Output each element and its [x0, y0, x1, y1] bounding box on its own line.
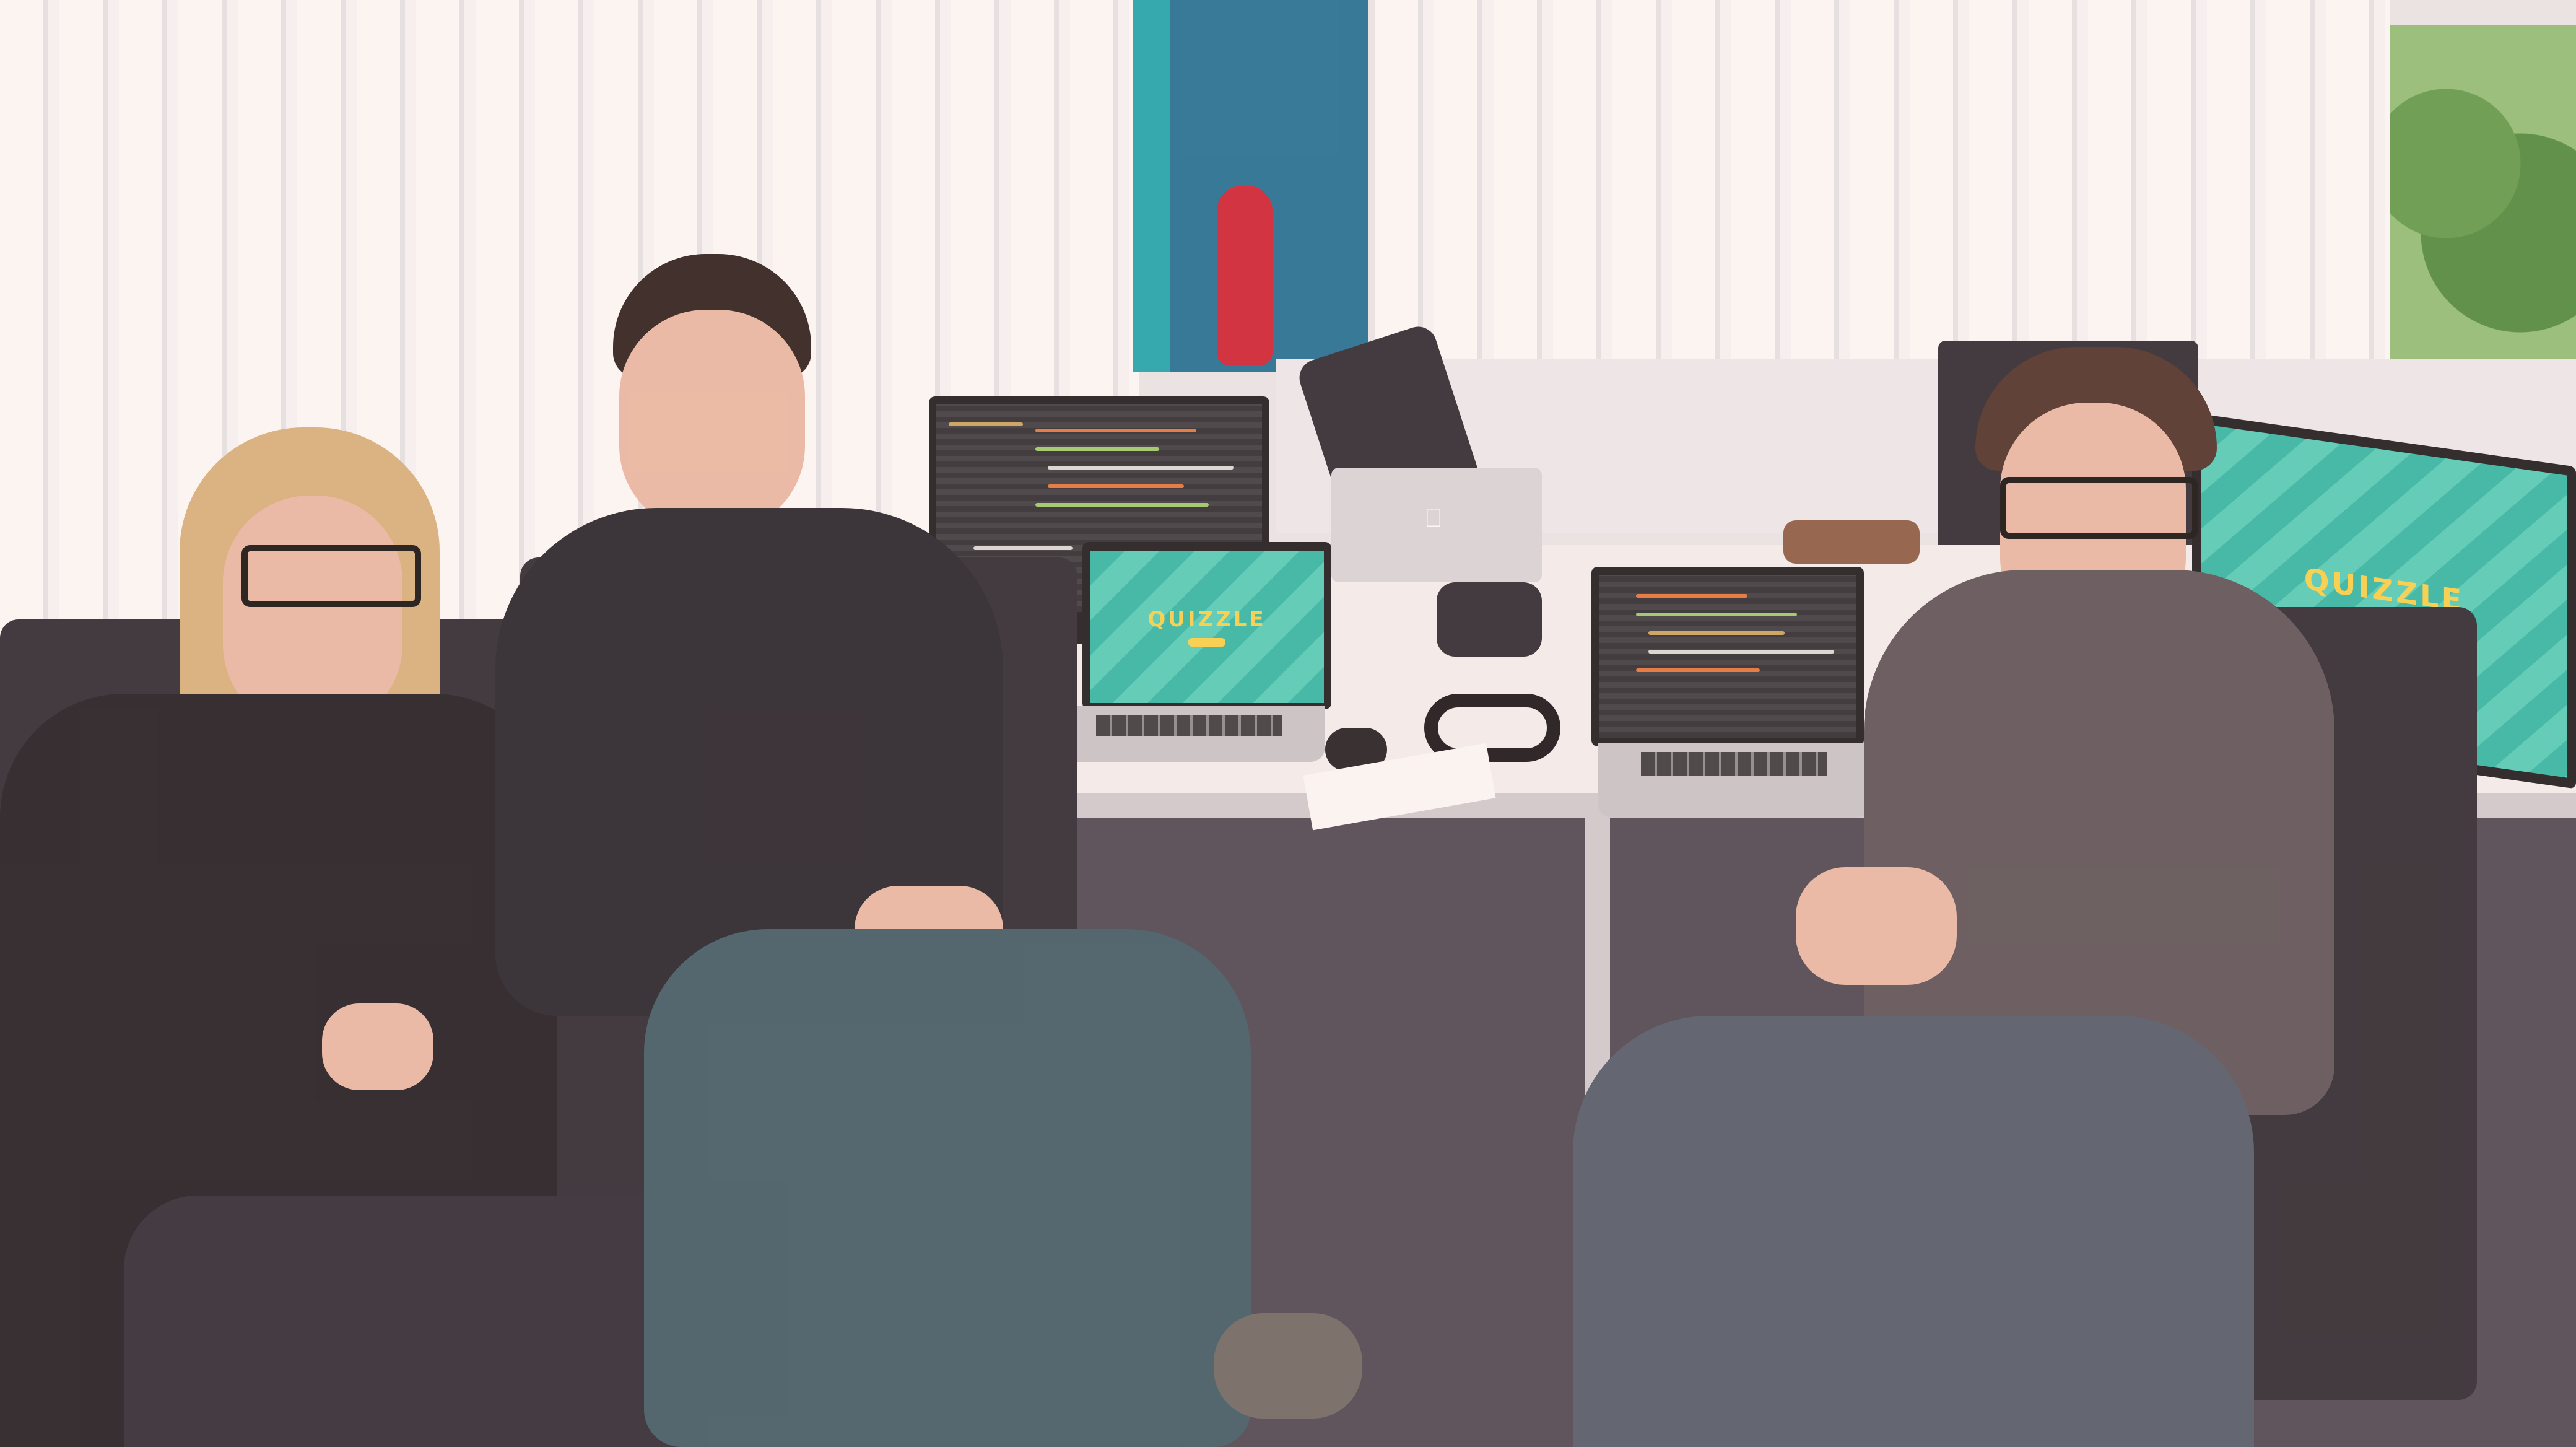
window-blinds-right [1375, 0, 2390, 372]
macbook-back:  [1331, 468, 1542, 582]
laptop-center: QUIZZLE [1082, 542, 1331, 709]
laptop-center-base [1053, 706, 1325, 762]
person-left-glasses [242, 545, 421, 607]
person-center-shoe [1214, 1313, 1362, 1419]
apple-logo-icon:  [1424, 505, 1443, 533]
person-center-legs [644, 929, 1251, 1447]
person-right-legs [1573, 1016, 2254, 1447]
laptop-right-base [1598, 743, 1870, 818]
person-right-hands [1796, 867, 1957, 985]
laptop-right-code [1591, 567, 1864, 746]
person-center-face [619, 310, 805, 533]
person-left-hand [322, 1003, 433, 1090]
person-right-glasses [2000, 477, 2198, 539]
quizzle-logo-center: QUIZZLE [1147, 607, 1266, 632]
wall-pillar-teal [1133, 0, 1170, 372]
laptop-right-screen [1599, 575, 1856, 738]
desk-phone [1437, 582, 1542, 657]
leather-bag [1783, 520, 1920, 564]
laptop-center-keyboard [1096, 715, 1282, 736]
laptop-right-keyboard [1641, 752, 1827, 776]
office-photo: QUIZZLE  QUIZZLE [0, 0, 2576, 1447]
window-trees [2390, 25, 2576, 372]
laptop-center-screen: QUIZZLE [1090, 551, 1324, 703]
fire-extinguisher-icon [1217, 186, 1273, 365]
quizzle-button-center [1188, 638, 1225, 647]
